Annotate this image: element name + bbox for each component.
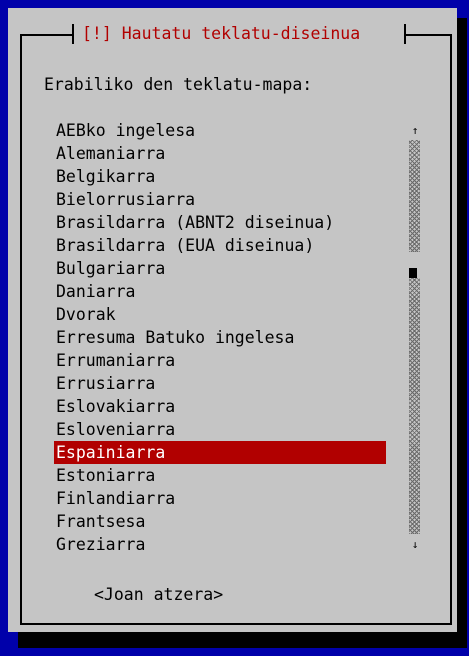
list-item[interactable]: Bielorrusiarra	[54, 188, 386, 211]
scrollbar-track-top[interactable]	[409, 140, 420, 252]
list-item[interactable]: Daniarra	[54, 280, 386, 303]
list-item[interactable]: Estoniarra	[54, 464, 386, 487]
dialog-shadow-bottom	[18, 632, 467, 648]
list-item[interactable]: Bulgariarra	[54, 257, 386, 280]
frame-border-left	[20, 34, 22, 625]
frame-border-bottom	[20, 623, 452, 625]
list-item[interactable]: Errumaniarra	[54, 349, 386, 372]
list-item[interactable]: Greziarra	[54, 533, 386, 556]
list-item[interactable]: Frantsesa	[54, 510, 386, 533]
go-back-button[interactable]: <Joan atzera>	[94, 584, 223, 606]
list-item[interactable]: Brasildarra (ABNT2 diseinua)	[54, 211, 386, 234]
keyboard-layout-list[interactable]: AEBko ingelesa Alemaniarra Belgikarra Bielo…	[54, 119, 386, 556]
frame-border-right	[450, 34, 452, 625]
frame-border-top-left	[20, 34, 72, 36]
scrollbar-track-bottom[interactable]	[409, 278, 420, 534]
title-tick-left	[72, 24, 74, 44]
list-item[interactable]: AEBko ingelesa	[54, 119, 386, 142]
dialog-shadow-right	[457, 18, 467, 648]
up-arrow-icon[interactable]: ↑	[406, 124, 424, 138]
list-item[interactable]: Brasildarra (EUA diseinua)	[54, 234, 386, 257]
list-item[interactable]: Eslovakiarra	[54, 395, 386, 418]
list-item[interactable]: Esloveniarra	[54, 418, 386, 441]
keyboard-layout-dialog: [!] Hautatu teklatu-diseinua Erabiliko d…	[8, 8, 457, 632]
dialog-title: [!] Hautatu teklatu-diseinua	[82, 24, 361, 43]
installer-screen: [!] Hautatu teklatu-diseinua Erabiliko d…	[0, 0, 469, 656]
list-item[interactable]: Alemaniarra	[54, 142, 386, 165]
down-arrow-icon[interactable]: ↓	[406, 538, 424, 552]
list-item[interactable]: Errusiarra	[54, 372, 386, 395]
list-item[interactable]: Belgikarra	[54, 165, 386, 188]
dialog-prompt: Erabiliko den teklatu-mapa:	[44, 75, 313, 94]
list-scrollbar[interactable]: ↑ ↓	[406, 120, 424, 556]
title-tick-right	[404, 24, 406, 44]
list-item-selected[interactable]: Espainiarra	[54, 441, 386, 464]
list-item[interactable]: Erresuma Batuko ingelesa	[54, 326, 386, 349]
list-item[interactable]: Finlandiarra	[54, 487, 386, 510]
list-item[interactable]: Dvorak	[54, 303, 386, 326]
frame-border-top-right	[404, 34, 452, 36]
